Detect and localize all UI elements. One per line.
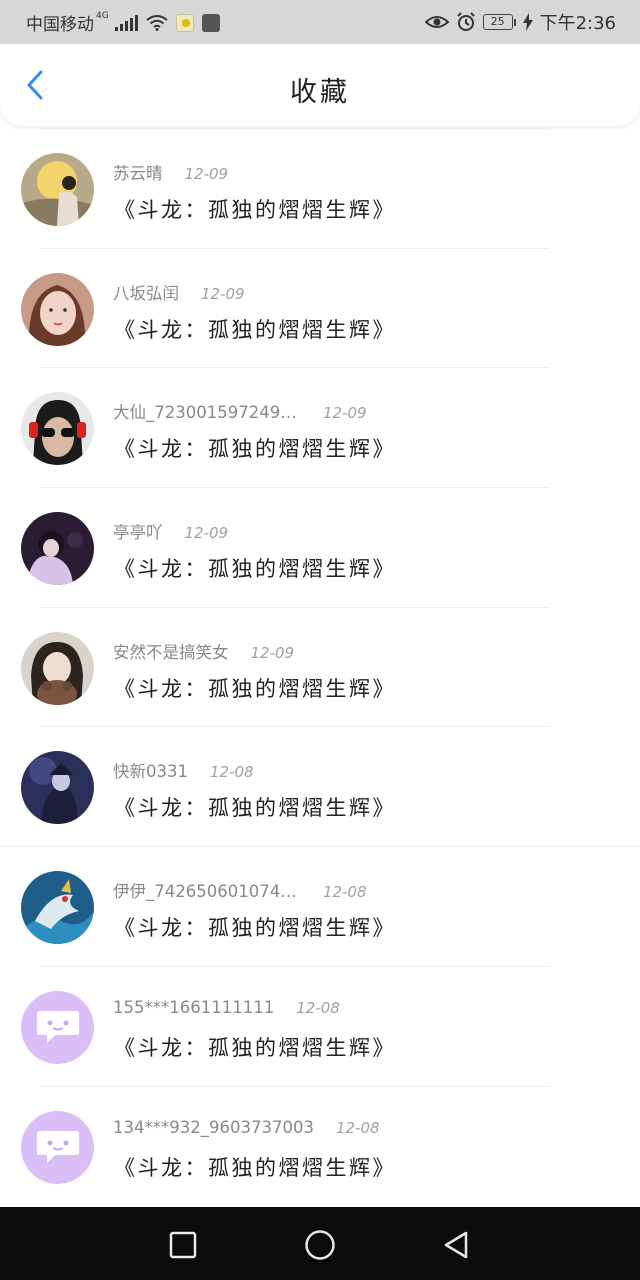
divider [40,247,550,249]
author-name: 安然不是搞笑女 [113,642,229,662]
clock: 下午2:36 [539,13,616,34]
item-date: 12-09 [184,165,229,183]
status-bar: 中国移动 4G 25 下午2:36 [0,0,640,44]
author-name: 大仙_723001597249… [113,403,297,423]
divider [0,846,640,848]
network-type: 4G [96,10,109,21]
list-item[interactable]: 八坂弘闰 12-09 《斗龙：孤独的熠熠生辉》 [0,247,640,368]
recent-apps-button[interactable] [165,1227,201,1263]
avatar[interactable] [21,153,94,226]
wifi-icon [146,14,168,31]
divider [40,487,550,489]
item-date: 12-08 [323,883,367,902]
status-right: 25 下午2:36 [424,9,616,35]
divider [40,128,550,129]
battery-level: 25 [482,14,513,30]
author-name: 亭亭吖 [113,523,163,543]
favorites-list: 苏云晴 12-09 《斗龙：孤独的熠熠生辉》 八坂弘闰 12-09 《斗龙：孤独的熠… [0,128,640,1205]
item-title[interactable]: 《斗龙：孤独的熠熠生辉》 [114,553,396,583]
header: 收藏 [0,44,640,126]
hms-notification-icon [201,13,220,32]
item-date: 12-09 [201,284,245,303]
item-date: 12-08 [210,763,254,782]
circle-icon [305,1230,335,1260]
avatar[interactable] [21,871,94,945]
alarm-icon [456,12,475,31]
avatar[interactable] [21,631,94,705]
signal-icon [114,14,138,31]
square-icon [169,1231,197,1259]
item-title[interactable]: 《斗龙：孤独的熠熠生辉》 [114,1032,396,1062]
author-name: 155***1661111111 [113,997,275,1017]
avatar[interactable] [21,272,94,346]
item-title[interactable]: 《斗龙：孤独的熠熠生辉》 [114,314,396,344]
list-item[interactable]: 安然不是搞笑女 12-09 《斗龙：孤独的熠熠生辉》 [0,606,640,727]
author-name: 苏云晴 [113,164,163,183]
author-name: 快新0331 [113,762,188,782]
item-title[interactable]: 《斗龙：孤独的熠熠生辉》 [114,673,396,703]
charging-icon [522,13,533,31]
item-title[interactable]: 《斗龙：孤独的熠熠生辉》 [114,792,396,822]
carrier-label: 中国移动 [26,15,94,35]
battery-icon: 25 [482,14,516,30]
divider [40,367,550,369]
default-avatar-icon[interactable] [21,1110,94,1184]
avatar[interactable] [21,751,94,825]
divider [40,1085,550,1087]
page-title: 收藏 [290,77,350,108]
screen: 中国移动 4G 25 下午2:36 收藏 苏云晴 12-09 《斗龙：孤独的熠熠… [0,0,640,1280]
list-item[interactable]: 亭亭吖 12-09 《斗龙：孤独的熠熠生辉》 [0,487,640,607]
triangle-back-icon [444,1231,468,1259]
list-item[interactable]: 伊伊_742650601074… 12-08 《斗龙：孤独的熠熠生辉》 [0,846,640,966]
item-date: 12-08 [296,998,340,1017]
item-title[interactable]: 《斗龙：孤独的熠熠生辉》 [114,433,396,463]
eye-icon [424,16,449,28]
item-title[interactable]: 《斗龙：孤独的熠熠生辉》 [114,1152,396,1182]
item-title[interactable]: 《斗龙：孤独的熠熠生辉》 [114,912,396,942]
list-item[interactable]: 快新0331 12-08 《斗龙：孤独的熠熠生辉》 [0,726,640,846]
item-date: 12-09 [250,643,295,662]
divider [40,965,550,967]
divider [40,606,550,608]
author-name: 134***932_9603737003 [113,1117,314,1137]
back-nav-button[interactable] [438,1227,474,1263]
avatar[interactable] [21,512,94,586]
item-date: 12-09 [184,524,229,543]
divider [40,726,550,728]
navigation-bar [0,1207,640,1280]
item-date: 12-08 [335,1118,380,1137]
home-button[interactable] [302,1227,338,1263]
list-item[interactable]: 苏云晴 12-09 《斗龙：孤独的熠熠生辉》 [0,128,640,248]
list-item[interactable]: 134***932_9603737003 12-08 《斗龙：孤独的熠熠生辉》 [0,1085,640,1206]
item-date: 12-09 [323,404,367,423]
default-avatar-icon[interactable] [21,990,94,1064]
app-notification-icon [175,13,194,32]
list-item[interactable]: 大仙_723001597249… 12-09 《斗龙：孤独的熠熠生辉》 [0,367,640,487]
status-left: 中国移动 4G [26,10,220,35]
item-title[interactable]: 《斗龙：孤独的熠熠生辉》 [114,194,396,224]
avatar[interactable] [21,392,94,466]
list-item[interactable]: 155***1661111111 12-08 《斗龙：孤独的熠熠生辉》 [0,965,640,1086]
author-name: 伊伊_742650601074… [113,882,297,902]
author-name: 八坂弘闰 [113,283,179,303]
